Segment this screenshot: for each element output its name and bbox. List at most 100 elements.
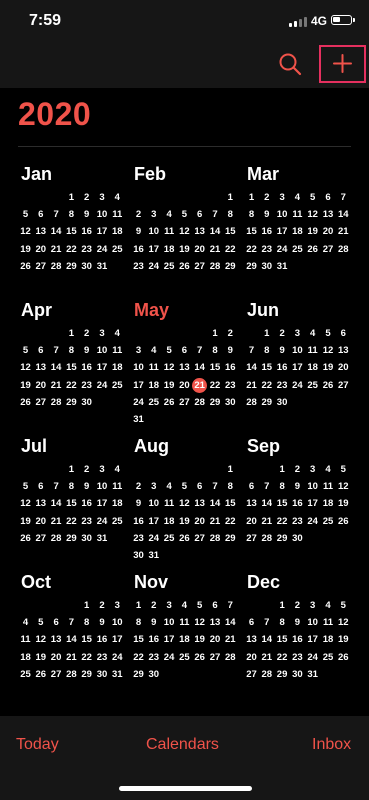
day[interactable]: 11	[305, 344, 320, 358]
day[interactable]: 28	[259, 668, 274, 682]
day[interactable]: 6	[336, 327, 351, 341]
day[interactable]: 28	[49, 396, 64, 410]
day[interactable]: 14	[244, 361, 259, 375]
day[interactable]: 7	[49, 208, 64, 222]
day[interactable]: 4	[110, 463, 125, 477]
day[interactable]: 30	[290, 668, 305, 682]
day[interactable]: 12	[336, 616, 351, 630]
day-today[interactable]: 21	[192, 379, 207, 393]
day[interactable]: 24	[95, 515, 110, 529]
day[interactable]: 21	[244, 379, 259, 393]
day[interactable]: 23	[131, 260, 146, 274]
day[interactable]: 4	[18, 616, 33, 630]
day[interactable]: 15	[259, 361, 274, 375]
day[interactable]: 19	[18, 515, 33, 529]
home-indicator[interactable]	[119, 786, 252, 791]
day[interactable]: 24	[275, 243, 290, 257]
day[interactable]: 21	[49, 379, 64, 393]
day[interactable]: 26	[177, 532, 192, 546]
day[interactable]: 17	[131, 379, 146, 393]
day[interactable]: 16	[131, 515, 146, 529]
day[interactable]: 29	[79, 668, 94, 682]
day[interactable]: 4	[110, 327, 125, 341]
day[interactable]: 21	[259, 651, 274, 665]
day[interactable]: 24	[146, 260, 161, 274]
day[interactable]: 11	[321, 616, 336, 630]
day[interactable]: 12	[336, 480, 351, 494]
day[interactable]: 16	[290, 497, 305, 511]
day[interactable]: 4	[290, 191, 305, 205]
day[interactable]: 28	[192, 396, 207, 410]
day[interactable]: 22	[244, 243, 259, 257]
day[interactable]: 19	[162, 379, 177, 393]
day[interactable]: 18	[110, 225, 125, 239]
day[interactable]: 15	[223, 225, 238, 239]
day[interactable]: 25	[290, 243, 305, 257]
day[interactable]: 29	[244, 260, 259, 274]
day[interactable]: 12	[305, 208, 320, 222]
day[interactable]: 11	[177, 616, 192, 630]
day[interactable]: 16	[290, 633, 305, 647]
day[interactable]: 6	[49, 616, 64, 630]
day[interactable]: 23	[95, 651, 110, 665]
day[interactable]: 10	[131, 361, 146, 375]
day[interactable]: 5	[305, 191, 320, 205]
day[interactable]: 7	[49, 344, 64, 358]
day[interactable]: 7	[64, 616, 79, 630]
day[interactable]: 19	[33, 651, 48, 665]
day[interactable]: 31	[131, 413, 146, 427]
day[interactable]: 16	[131, 243, 146, 257]
day[interactable]: 30	[146, 668, 161, 682]
day[interactable]: 26	[177, 260, 192, 274]
day[interactable]: 12	[177, 497, 192, 511]
day[interactable]: 27	[244, 668, 259, 682]
day[interactable]: 8	[64, 480, 79, 494]
day[interactable]: 8	[223, 208, 238, 222]
day[interactable]: 23	[79, 379, 94, 393]
day[interactable]: 24	[290, 379, 305, 393]
today-tab[interactable]: Today	[16, 736, 59, 754]
day[interactable]: 13	[244, 633, 259, 647]
day[interactable]: 27	[208, 651, 223, 665]
day[interactable]: 22	[64, 243, 79, 257]
year-title[interactable]: 2020	[18, 96, 91, 133]
day[interactable]: 10	[95, 208, 110, 222]
day[interactable]: 31	[95, 260, 110, 274]
day[interactable]: 14	[49, 497, 64, 511]
day[interactable]: 17	[275, 225, 290, 239]
day[interactable]: 22	[64, 379, 79, 393]
day[interactable]: 1	[223, 463, 238, 477]
day[interactable]: 21	[208, 243, 223, 257]
add-event-button[interactable]	[319, 45, 366, 83]
day[interactable]: 23	[223, 379, 238, 393]
day[interactable]: 26	[192, 651, 207, 665]
day[interactable]: 3	[275, 191, 290, 205]
day[interactable]: 26	[18, 396, 33, 410]
day[interactable]: 28	[259, 532, 274, 546]
day[interactable]: 30	[290, 532, 305, 546]
day[interactable]: 14	[259, 633, 274, 647]
day[interactable]: 26	[336, 651, 351, 665]
day[interactable]: 25	[146, 396, 161, 410]
day[interactable]: 2	[79, 463, 94, 477]
day[interactable]: 25	[162, 260, 177, 274]
day[interactable]: 14	[64, 633, 79, 647]
day[interactable]: 7	[259, 616, 274, 630]
day[interactable]: 19	[192, 633, 207, 647]
day[interactable]: 6	[33, 344, 48, 358]
day[interactable]: 1	[131, 599, 146, 613]
day[interactable]: 2	[131, 208, 146, 222]
day[interactable]: 9	[131, 225, 146, 239]
day[interactable]: 13	[208, 616, 223, 630]
day[interactable]: 3	[131, 344, 146, 358]
day[interactable]: 15	[244, 225, 259, 239]
day[interactable]: 5	[321, 327, 336, 341]
day[interactable]: 31	[95, 532, 110, 546]
day[interactable]: 17	[110, 633, 125, 647]
day[interactable]: 19	[336, 497, 351, 511]
day[interactable]: 30	[79, 532, 94, 546]
day[interactable]: 17	[95, 361, 110, 375]
day[interactable]: 27	[192, 260, 207, 274]
day[interactable]: 2	[259, 191, 274, 205]
day[interactable]: 17	[305, 633, 320, 647]
